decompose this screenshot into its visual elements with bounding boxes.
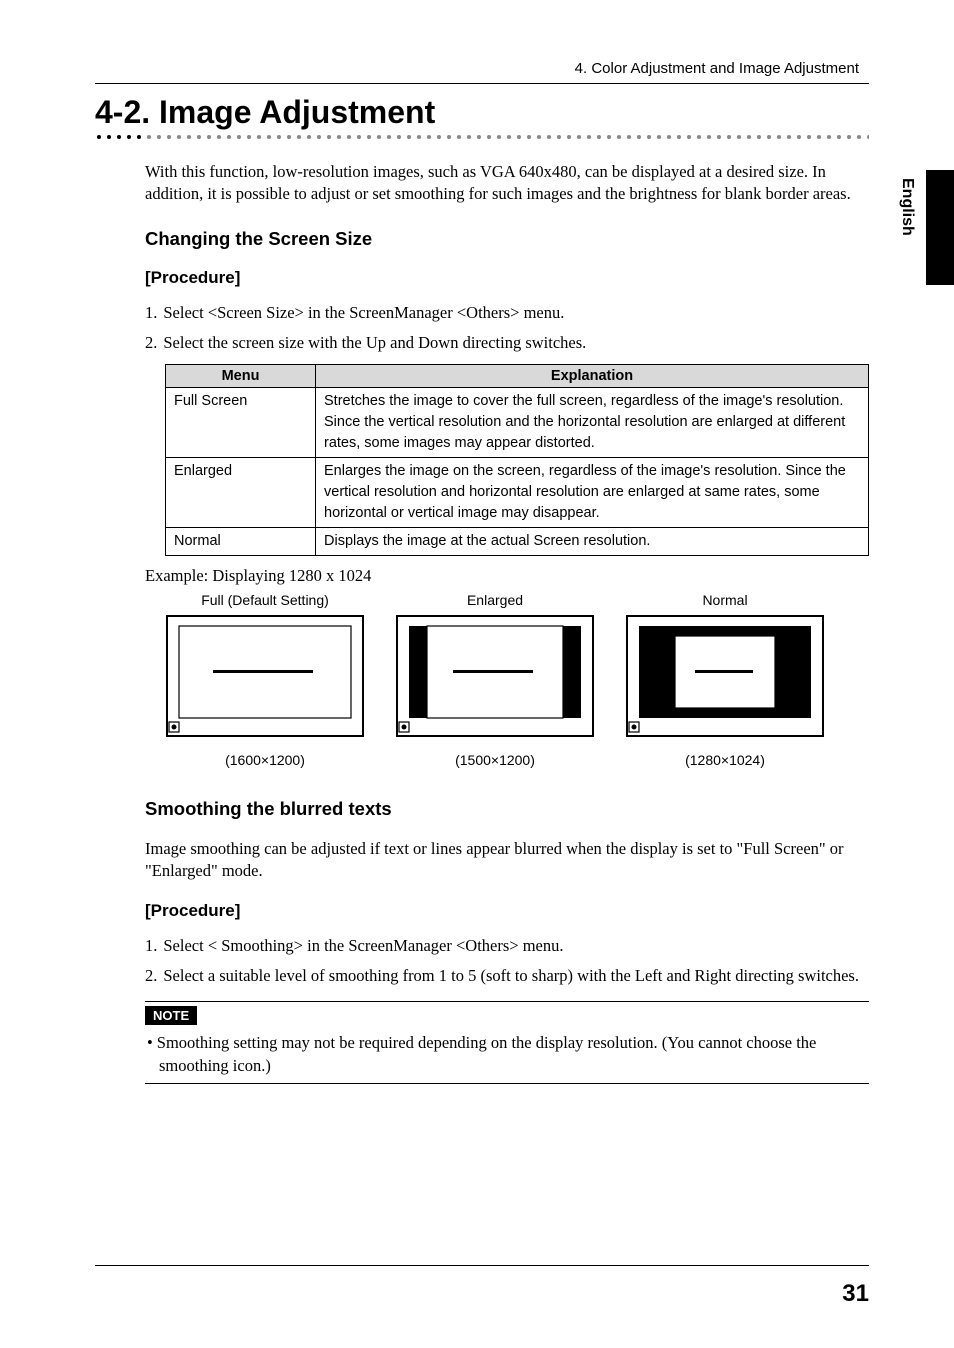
note-rule-top xyxy=(145,1001,869,1002)
changing-heading: Changing the Screen Size xyxy=(145,228,869,250)
note-block: NOTE •Smoothing setting may not be requi… xyxy=(145,1001,869,1084)
step-number: 2. xyxy=(145,965,157,987)
note-rule-bottom xyxy=(145,1083,869,1084)
smoothing-description: Image smoothing can be adjusted if text … xyxy=(145,838,869,883)
step-text: Select <Screen Size> in the ScreenManage… xyxy=(163,302,869,324)
note-item: •Smoothing setting may not be required d… xyxy=(145,1031,869,1077)
chapter-header: 4. Color Adjustment and Image Adjustment xyxy=(95,60,869,77)
table-row: Normal Displays the image at the actual … xyxy=(166,528,869,556)
note-label: NOTE xyxy=(145,1006,197,1025)
page-footer: 31 xyxy=(95,1265,869,1308)
bullet-icon: • xyxy=(147,1033,153,1052)
intro-paragraph: With this function, low-resolution image… xyxy=(145,161,869,206)
example-caption: Example: Displaying 1280 x 1024 xyxy=(145,566,869,586)
step-number: 1. xyxy=(145,935,157,957)
cell-expl: Displays the image at the actual Screen … xyxy=(316,528,869,556)
example-diagrams: Full (Default Setting) (1600×1200) Enlar… xyxy=(165,592,869,768)
smoothing-step-1: 1. Select < Smoothing> in the ScreenMana… xyxy=(145,935,869,957)
step-text: Select < Smoothing> in the ScreenManager… xyxy=(163,935,869,957)
smoothing-step-2: 2. Select a suitable level of smoothing … xyxy=(145,965,869,987)
step-text: Select a suitable level of smoothing fro… xyxy=(163,965,869,987)
section-title: 4-2. Image Adjustment xyxy=(95,94,869,131)
cell-expl: Stretches the image to cover the full sc… xyxy=(316,388,869,458)
screen-size-table: Menu Explanation Full Screen Stretches t… xyxy=(165,364,869,556)
th-menu: Menu xyxy=(166,365,316,388)
smoothing-heading: Smoothing the blurred texts xyxy=(145,798,869,820)
monitor-enlarged-icon xyxy=(395,614,595,744)
table-row: Full Screen Stretches the image to cover… xyxy=(166,388,869,458)
step-number: 1. xyxy=(145,302,157,324)
monitor-normal-icon xyxy=(625,614,825,744)
changing-step-1: 1. Select <Screen Size> in the ScreenMan… xyxy=(145,302,869,324)
changing-step-2: 2. Select the screen size with the Up an… xyxy=(145,332,869,354)
step-number: 2. xyxy=(145,332,157,354)
procedure-heading-1: [Procedure] xyxy=(145,268,869,288)
diagram-normal: Normal (1280×1024) xyxy=(625,592,825,768)
table-row: Enlarged Enlarges the image on the scree… xyxy=(166,458,869,528)
diagram-resolution: (1500×1200) xyxy=(395,752,595,768)
header-rule xyxy=(95,83,869,84)
diagram-resolution: (1280×1024) xyxy=(625,752,825,768)
footer-rule xyxy=(95,1265,869,1266)
procedure-heading-2: [Procedure] xyxy=(145,901,869,921)
section-underline-dots xyxy=(95,135,869,145)
cell-expl: Enlarges the image on the screen, regard… xyxy=(316,458,869,528)
diagram-label: Full (Default Setting) xyxy=(165,592,365,608)
diagram-label: Normal xyxy=(625,592,825,608)
diagram-full: Full (Default Setting) (1600×1200) xyxy=(165,592,365,768)
cell-menu: Normal xyxy=(166,528,316,556)
page-number: 31 xyxy=(95,1280,869,1308)
monitor-full-icon xyxy=(165,614,365,744)
diagram-resolution: (1600×1200) xyxy=(165,752,365,768)
cell-menu: Enlarged xyxy=(166,458,316,528)
diagram-label: Enlarged xyxy=(395,592,595,608)
diagram-enlarged: Enlarged (1500×1200) xyxy=(395,592,595,768)
cell-menu: Full Screen xyxy=(166,388,316,458)
th-explanation: Explanation xyxy=(316,365,869,388)
note-text: Smoothing setting may not be required de… xyxy=(157,1033,817,1075)
step-text: Select the screen size with the Up and D… xyxy=(163,332,869,354)
